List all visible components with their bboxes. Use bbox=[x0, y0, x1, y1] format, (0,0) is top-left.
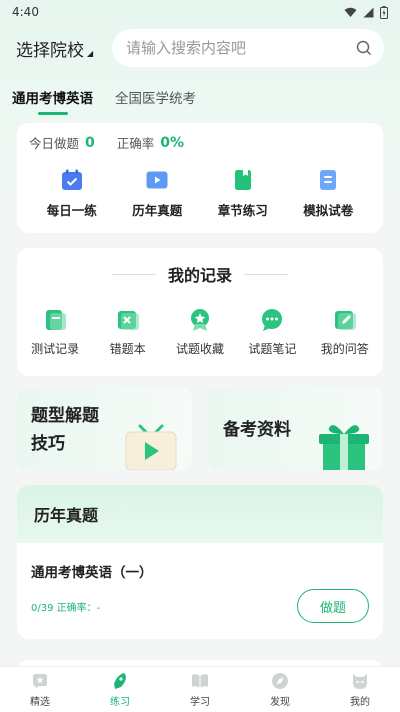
nav-study[interactable]: 学习 bbox=[170, 672, 230, 708]
exam-tabs: 通用考博英语 全国医学统考 bbox=[0, 83, 400, 119]
featured-icon bbox=[33, 673, 47, 689]
past-papers-label: 历年真题 bbox=[132, 203, 183, 218]
school-select-label: 选择院校 bbox=[16, 40, 84, 61]
nav-discover[interactable]: 发现 bbox=[250, 672, 310, 708]
stats-card: 今日做题 0 正确率 0% 每日一练 历年真题 章节练习 模拟试卷 bbox=[17, 123, 383, 233]
stats-row: 今日做题 0 正确率 0% bbox=[29, 133, 371, 152]
search-input[interactable] bbox=[126, 39, 356, 57]
nav-practice[interactable]: 练习 bbox=[90, 672, 150, 708]
tab-general-english[interactable]: 通用考博英语 bbox=[12, 83, 93, 119]
profile-icon bbox=[353, 673, 367, 689]
accuracy-value: 0% bbox=[160, 134, 185, 151]
school-select[interactable]: 选择院校 ◢ bbox=[16, 36, 112, 61]
solving-tips-banner[interactable]: 题型解题技巧 bbox=[17, 388, 192, 470]
search-icon[interactable] bbox=[356, 40, 372, 56]
battery-icon bbox=[380, 5, 388, 19]
wrong-book-label: 错题本 bbox=[109, 342, 146, 356]
done-label: 今日做题 bbox=[29, 136, 80, 151]
records-title: 我的记录 bbox=[167, 266, 232, 285]
exam-progress: 0/39 正确率：- bbox=[31, 602, 101, 614]
status-bar: 4:40 bbox=[0, 0, 400, 24]
wifi-icon bbox=[344, 7, 357, 17]
bottom-nav: 精选 练习 学习 发现 我的 bbox=[0, 666, 400, 712]
caret-down-icon: ◢ bbox=[87, 48, 94, 58]
study-icon bbox=[192, 673, 208, 688]
qa-icon bbox=[334, 311, 356, 330]
my-qa-label: 我的问答 bbox=[320, 342, 369, 356]
test-record-button[interactable]: 测试记录 bbox=[23, 308, 87, 357]
exam-bottom: 0/39 正确率：- 做题 bbox=[31, 589, 369, 623]
practice-icon bbox=[114, 672, 126, 689]
tv-icon bbox=[125, 424, 177, 470]
wrong-book-button[interactable]: 错题本 bbox=[96, 308, 160, 357]
gift-icon bbox=[319, 425, 369, 470]
daily-practice-label: 每日一练 bbox=[46, 203, 97, 218]
note-icon bbox=[262, 309, 283, 331]
chapter-practice-label: 章节练习 bbox=[217, 203, 268, 218]
title-divider-right bbox=[244, 273, 288, 275]
book-icon bbox=[234, 170, 251, 190]
title-divider-left bbox=[111, 273, 156, 275]
paper-icon bbox=[320, 170, 337, 190]
do-questions-button[interactable]: 做题 bbox=[297, 589, 369, 623]
study-materials-label: 备考资料 bbox=[223, 420, 291, 440]
mock-exam-label: 模拟试卷 bbox=[303, 203, 354, 218]
notes-button[interactable]: 试题笔记 bbox=[240, 308, 304, 357]
nav-discover-label: 发现 bbox=[270, 696, 290, 708]
past-exams-card: 历年真题 通用考博英语（一） 0/39 正确率：- 做题 bbox=[17, 485, 383, 639]
exam-item: 通用考博英语（一） 0/39 正确率：- 做题 bbox=[17, 543, 383, 623]
records-row: 测试记录 错题本 试题收藏 试题笔记 我的问答 bbox=[17, 308, 383, 357]
tab-medical-exam[interactable]: 全国医学统考 bbox=[115, 83, 196, 119]
nav-profile-label: 我的 bbox=[350, 696, 370, 708]
records-title-row: 我的记录 bbox=[17, 262, 383, 286]
nav-study-label: 学习 bbox=[190, 696, 210, 708]
promo-row: 题型解题技巧 备考资料 bbox=[17, 388, 383, 470]
exam-name: 通用考博英语（一） bbox=[31, 565, 153, 581]
search-box[interactable] bbox=[112, 29, 384, 67]
past-papers-button[interactable]: 历年真题 bbox=[117, 168, 197, 219]
favorites-label: 试题收藏 bbox=[175, 342, 224, 356]
favorite-icon bbox=[190, 309, 209, 331]
status-icons bbox=[344, 5, 388, 19]
quick-actions: 每日一练 历年真题 章节练习 模拟试卷 bbox=[29, 168, 371, 219]
calendar-icon bbox=[61, 169, 82, 190]
discover-icon bbox=[272, 672, 288, 689]
nav-featured-label: 精选 bbox=[30, 696, 50, 708]
top-bar: 选择院校 ◢ bbox=[0, 27, 400, 69]
daily-practice-button[interactable]: 每日一练 bbox=[32, 168, 112, 219]
chapter-practice-button[interactable]: 章节练习 bbox=[203, 168, 283, 219]
done-value: 0 bbox=[85, 134, 95, 151]
past-exams-title: 历年真题 bbox=[17, 485, 383, 543]
signal-icon bbox=[363, 7, 374, 17]
my-qa-button[interactable]: 我的问答 bbox=[313, 308, 377, 357]
mock-exam-button[interactable]: 模拟试卷 bbox=[288, 168, 368, 219]
solving-tips-label: 题型解题技巧 bbox=[31, 406, 99, 454]
wrong-book-icon bbox=[117, 311, 139, 330]
accuracy-label: 正确率 bbox=[116, 136, 155, 151]
video-icon bbox=[146, 171, 168, 189]
my-records-card: 我的记录 测试记录 错题本 试题收藏 试题笔记 我的问答 bbox=[17, 248, 383, 376]
notes-label: 试题笔记 bbox=[248, 342, 297, 356]
test-record-icon bbox=[46, 310, 67, 330]
status-time: 4:40 bbox=[12, 5, 39, 19]
nav-featured[interactable]: 精选 bbox=[10, 672, 70, 708]
favorites-button[interactable]: 试题收藏 bbox=[168, 308, 232, 357]
study-materials-banner[interactable]: 备考资料 bbox=[208, 388, 383, 470]
nav-profile[interactable]: 我的 bbox=[330, 672, 390, 708]
nav-practice-label: 练习 bbox=[110, 696, 130, 708]
test-record-label: 测试记录 bbox=[31, 342, 80, 356]
